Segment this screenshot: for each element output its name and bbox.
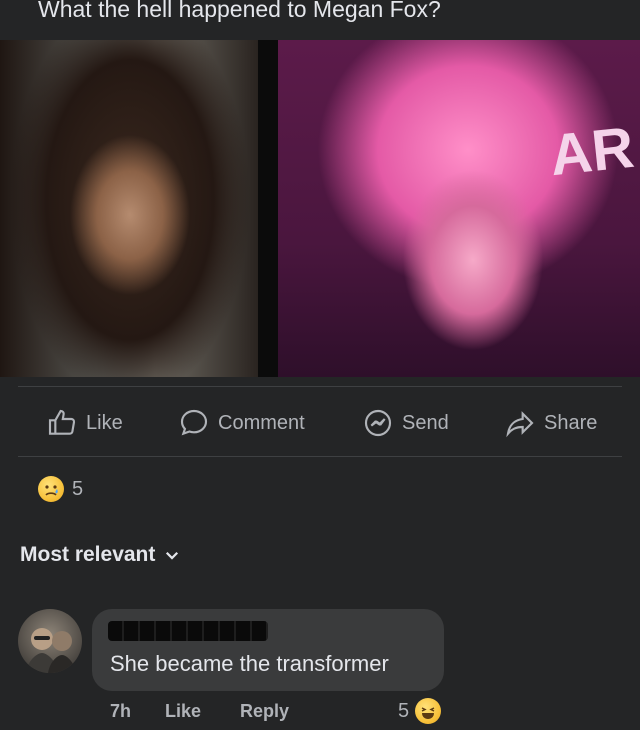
sort-label: Most relevant [20, 543, 156, 566]
post-photos[interactable]: AR [0, 40, 640, 377]
share-button[interactable]: Share [504, 404, 597, 442]
share-label: Share [544, 411, 598, 434]
comment-reaction-count: 5 [398, 699, 410, 722]
post-actions-bar: Like Comment Send Share [0, 404, 640, 442]
comment-label: Comment [218, 411, 305, 434]
background-sign-text: AR [547, 114, 638, 189]
post-title: What the hell happened to Megan Fox? [38, 0, 441, 22]
divider [18, 456, 622, 457]
like-label: Like [86, 411, 123, 434]
comment-bubble[interactable]: She became the transformer [92, 609, 444, 691]
sad-reaction-icon [38, 476, 64, 502]
right-photo[interactable]: AR [278, 40, 640, 377]
send-label: Send [402, 411, 449, 434]
comment-text: She became the transformer [110, 651, 389, 676]
divider [18, 386, 622, 387]
chevron-down-icon [166, 551, 179, 560]
send-button[interactable]: Send [362, 404, 449, 442]
reaction-count: 5 [72, 477, 84, 500]
comment-bubble-icon [180, 409, 208, 436]
comment-sort-dropdown[interactable]: Most relevant [20, 543, 181, 567]
left-photo[interactable] [0, 40, 258, 377]
comment-reaction-summary[interactable]: 5 [398, 698, 442, 724]
like-button[interactable]: Like [46, 404, 123, 442]
thumbs-up-icon [48, 409, 76, 435]
reaction-summary[interactable]: 5 [38, 476, 83, 502]
messenger-icon [364, 409, 392, 437]
laugh-reaction-icon [415, 698, 442, 724]
share-arrow-icon [506, 411, 534, 438]
commenter-avatar[interactable] [18, 609, 82, 673]
comment-button[interactable]: Comment [178, 404, 305, 442]
redacted-author-name [108, 621, 268, 641]
